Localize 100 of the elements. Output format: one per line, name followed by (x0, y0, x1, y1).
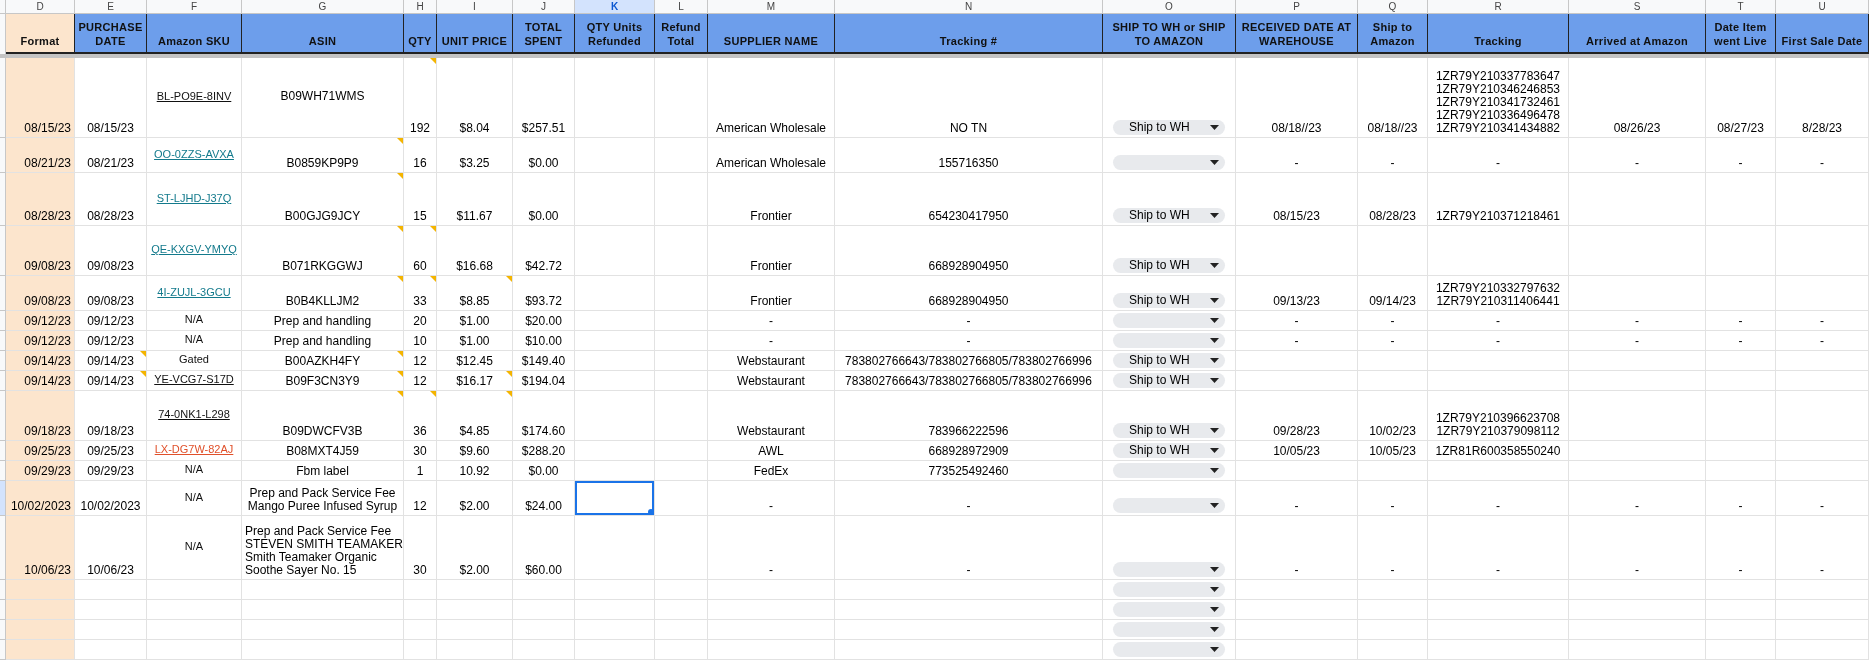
dropdown-chip[interactable] (1113, 562, 1225, 577)
dropdown-chip[interactable]: Ship to WH (1113, 208, 1225, 223)
comment-marker-icon[interactable] (430, 276, 436, 282)
row-header[interactable] (0, 226, 6, 276)
select-all-corner[interactable] (0, 0, 6, 14)
comment-marker-icon[interactable] (397, 226, 403, 232)
column-letter[interactable]: U (1776, 0, 1869, 14)
row-header[interactable] (0, 391, 6, 441)
row-header[interactable] (0, 138, 6, 173)
dropdown-chip[interactable]: Ship to WH (1113, 443, 1225, 458)
caret-icon (1210, 298, 1219, 303)
row-header[interactable] (0, 481, 6, 516)
column-letter[interactable]: O (1103, 0, 1236, 14)
table-cell: American Wholesale (715, 122, 826, 135)
row-header[interactable] (0, 640, 6, 660)
row-header[interactable] (0, 516, 6, 580)
row-header[interactable] (0, 58, 6, 138)
row-header[interactable] (0, 173, 6, 226)
table-cell: $288.20 (521, 445, 566, 458)
comment-marker-icon[interactable] (140, 351, 146, 357)
dropdown-chip[interactable] (1113, 642, 1225, 657)
column-letter[interactable]: G (242, 0, 404, 14)
table-cell (75, 600, 147, 620)
comment-marker-icon[interactable] (140, 371, 146, 377)
row-header[interactable] (0, 371, 6, 391)
table-cell: 09/25/23 (6, 441, 75, 461)
dropdown-chip[interactable]: Ship to WH (1113, 120, 1225, 135)
column-letter[interactable]: I (437, 0, 513, 14)
comment-marker-icon[interactable] (506, 276, 512, 282)
row-header[interactable] (0, 311, 6, 331)
column-letter[interactable]: T (1706, 0, 1776, 14)
sku-link[interactable]: BL-PO9E-8INV (156, 90, 232, 103)
row-header[interactable] (0, 620, 6, 640)
column-letter[interactable]: K (575, 0, 655, 14)
column-letter[interactable]: R (1428, 0, 1569, 14)
column-letter[interactable]: F (147, 0, 242, 14)
comment-marker-icon[interactable] (397, 371, 403, 377)
dropdown-chip[interactable] (1113, 602, 1225, 617)
comment-marker-icon[interactable] (397, 173, 403, 179)
table-cell: 08/18//23 (1367, 122, 1418, 135)
caret-icon (1210, 263, 1219, 268)
row-header[interactable] (0, 600, 6, 620)
column-letter[interactable]: H (404, 0, 437, 14)
row-header[interactable] (0, 441, 6, 461)
row-header[interactable] (0, 14, 6, 54)
comment-marker-icon[interactable] (397, 138, 403, 144)
column-header: SHIP TO WH or SHIP TO AMAZON (1103, 14, 1236, 54)
comment-marker-icon[interactable] (397, 276, 403, 282)
table-cell: - (1635, 500, 1639, 513)
dropdown-chip[interactable] (1113, 155, 1225, 170)
column-letter[interactable]: J (513, 0, 575, 14)
table-cell: 08/15/23 (1273, 210, 1320, 223)
sku-link[interactable]: QE-KXGV-YMYQ (151, 243, 237, 256)
comment-marker-icon[interactable] (430, 226, 436, 232)
comment-marker-icon[interactable] (397, 391, 403, 397)
table-cell (1706, 620, 1776, 640)
dropdown-chip[interactable]: Ship to WH (1113, 373, 1225, 388)
table-cell (404, 620, 437, 640)
column-letter[interactable]: E (75, 0, 147, 14)
dropdown-chip[interactable]: Ship to WH (1113, 293, 1225, 308)
table-cell: 783966222596 (928, 425, 1009, 438)
column-letter[interactable]: P (1236, 0, 1358, 14)
dropdown-chip[interactable] (1113, 498, 1225, 513)
dropdown-chip[interactable] (1113, 622, 1225, 637)
column-letter[interactable]: S (1569, 0, 1706, 14)
dropdown-chip[interactable] (1113, 313, 1225, 328)
sku-link[interactable]: YE-VCG7-S17D (154, 373, 234, 386)
sku-link[interactable]: 74-0NK1-L298 (158, 408, 230, 421)
row-header[interactable] (0, 351, 6, 371)
dropdown-chip[interactable] (1113, 463, 1225, 478)
column-letter[interactable]: D (6, 0, 75, 14)
sku-link[interactable]: LX-DG7W-82AJ (154, 443, 234, 456)
comment-marker-icon[interactable] (430, 58, 436, 64)
comment-marker-icon[interactable] (397, 351, 403, 357)
row-header[interactable] (0, 276, 6, 311)
row-header[interactable] (0, 331, 6, 351)
column-letter[interactable]: M (708, 0, 835, 14)
column-letter[interactable]: Q (1358, 0, 1428, 14)
table-cell: $2.00 (459, 564, 490, 577)
table-cell: 10/06/23 (87, 564, 134, 577)
dropdown-chip[interactable]: Ship to WH (1113, 258, 1225, 273)
table-cell: Gated (179, 353, 209, 366)
comment-marker-icon[interactable] (506, 371, 512, 377)
table-cell: - (1738, 157, 1743, 170)
dropdown-chip[interactable] (1113, 333, 1225, 348)
dropdown-chip[interactable]: Ship to WH (1113, 353, 1225, 368)
column-letter[interactable]: L (655, 0, 708, 14)
comment-marker-icon[interactable] (506, 391, 512, 397)
row-header[interactable] (0, 580, 6, 600)
sku-link[interactable]: 4I-ZUJL-3GCU (157, 285, 231, 299)
column-letter[interactable]: N (835, 0, 1103, 14)
sku-link[interactable]: OO-0ZZS-AVXA (154, 147, 234, 161)
row-header[interactable] (0, 461, 6, 481)
table-cell (513, 600, 575, 620)
dropdown-chip[interactable] (1113, 582, 1225, 597)
sku-link[interactable]: ST-LJHD-J37Q (156, 191, 232, 205)
table-cell: - (769, 564, 773, 577)
comment-marker-icon[interactable] (430, 391, 436, 397)
table-cell: 30 (413, 445, 427, 458)
dropdown-chip[interactable]: Ship to WH (1113, 423, 1225, 438)
